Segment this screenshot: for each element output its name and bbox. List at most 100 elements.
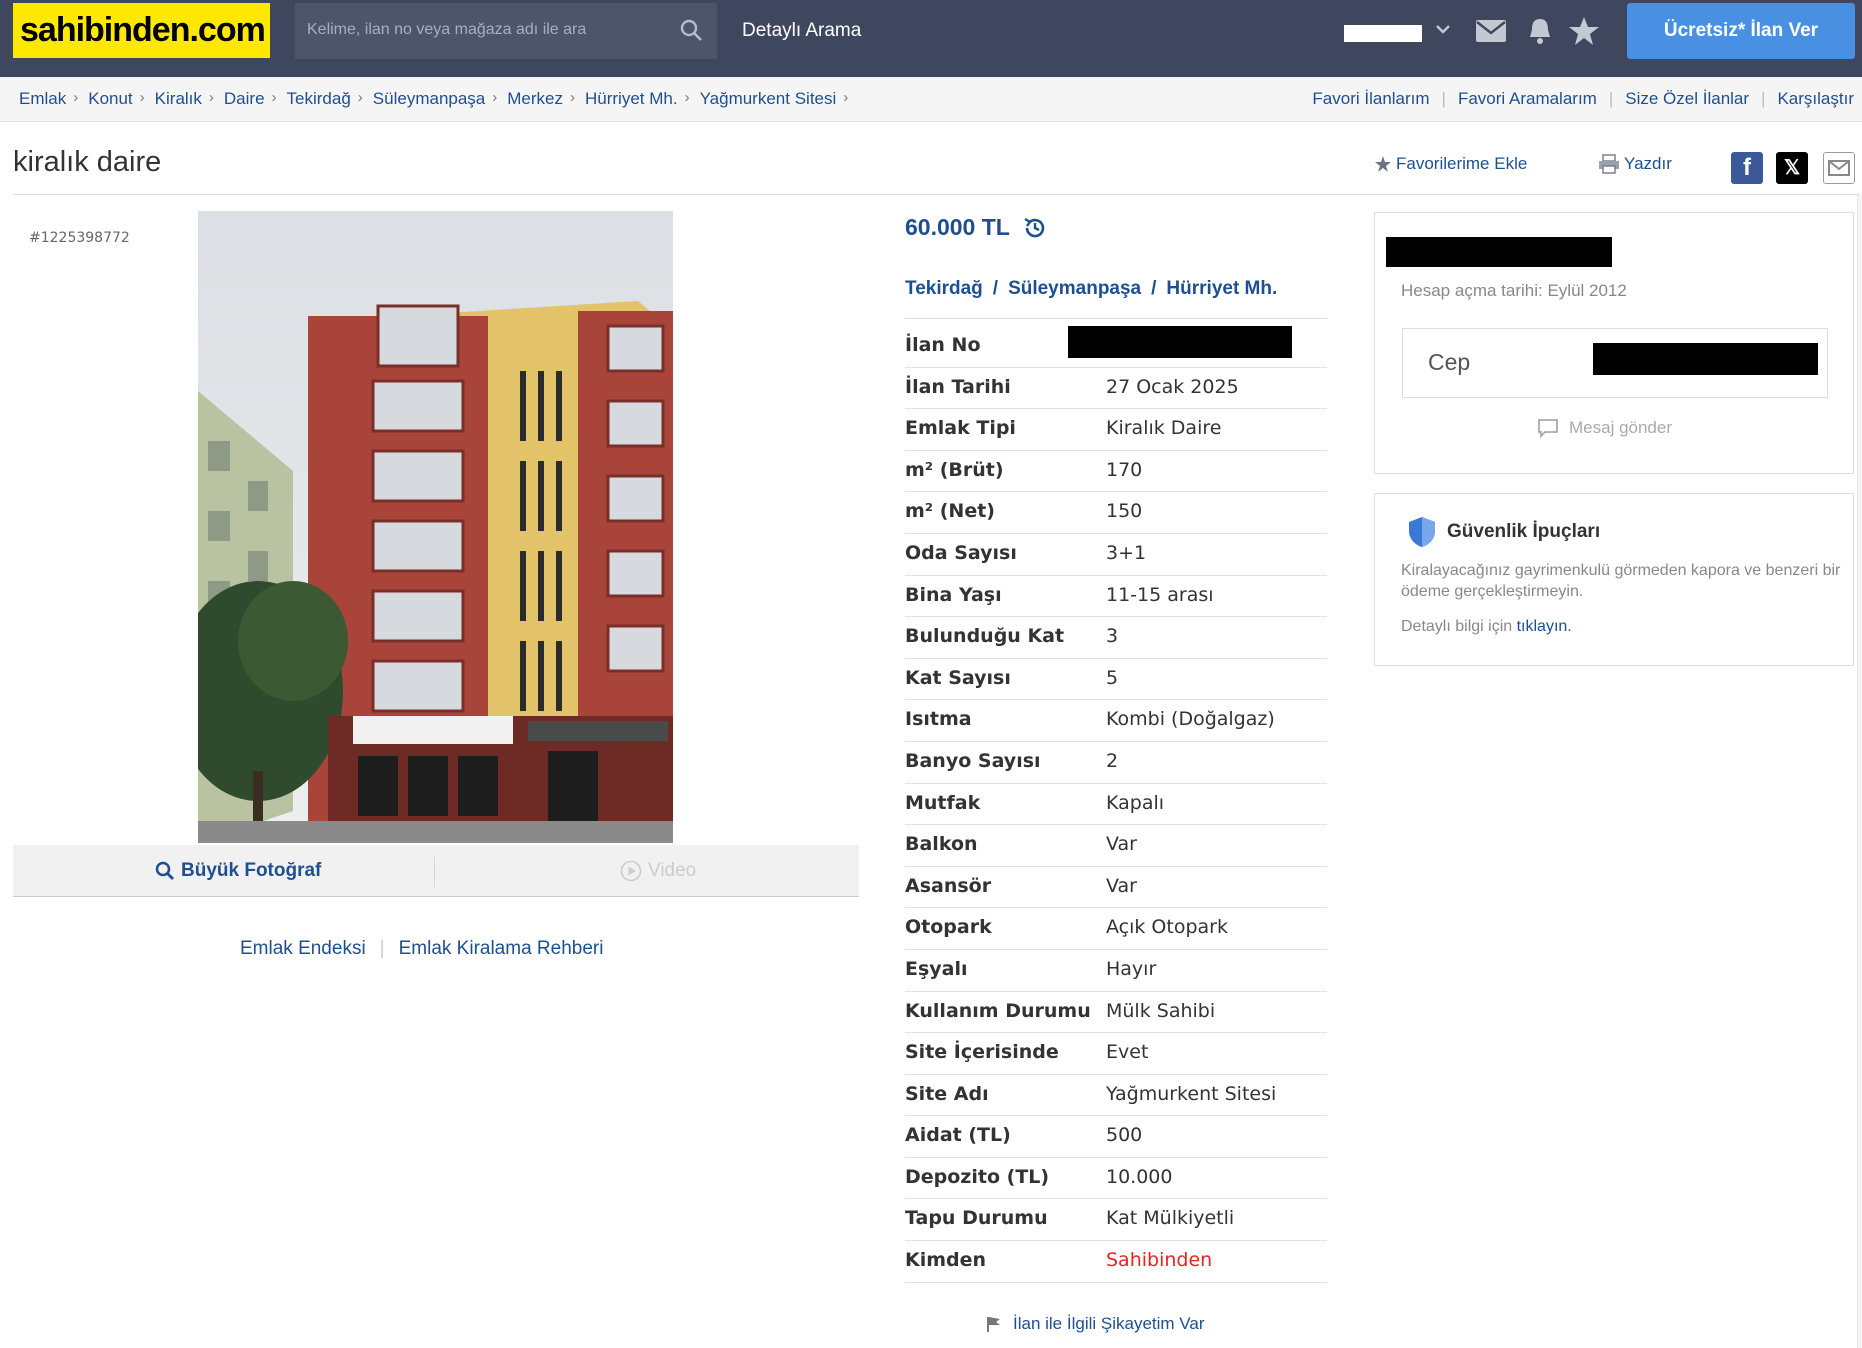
breadcrumb-item[interactable]: Daire	[224, 89, 265, 109]
send-message-button[interactable]: Mesaj gönder	[1537, 418, 1672, 438]
detail-row: m² (Net) 150	[905, 492, 1327, 534]
detail-label: İlan Tarihi	[905, 375, 1011, 398]
detail-row: Depozito (TL) 10.000	[905, 1158, 1327, 1200]
x-twitter-icon[interactable]: 𝕏	[1776, 152, 1808, 184]
location-separator: /	[992, 278, 999, 299]
chevron-right-icon: ›	[271, 89, 277, 106]
detail-label: Isıtma	[905, 708, 972, 731]
detail-label: Tapu Durumu	[905, 1207, 1048, 1230]
compare-link[interactable]: Karşılaştır	[1777, 89, 1854, 109]
right-scroll-edge	[1857, 195, 1862, 1348]
divider: |	[1608, 89, 1614, 108]
breadcrumb-item[interactable]: Süleymanpaşa	[373, 89, 485, 109]
rental-guide-link[interactable]: Emlak Kiralama Rehberi	[399, 938, 604, 960]
detail-row: Oda Sayısı 3+1	[905, 534, 1327, 576]
location-separator: /	[1151, 278, 1157, 299]
detail-value: 2	[1106, 749, 1119, 772]
mail-icon[interactable]	[1474, 16, 1508, 46]
detail-row: Tapu Durumu Kat Mülkiyetli	[905, 1199, 1327, 1242]
detail-row: Aidat (TL) 500	[905, 1116, 1327, 1158]
divider: |	[1441, 89, 1446, 108]
favorite-listings-link[interactable]: Favori İlanlarım	[1312, 89, 1429, 109]
seller-card: Hesap açma tarihi: Eylül 2012 Cep Mesaj …	[1374, 212, 1854, 474]
breadcrumb-item[interactable]: Konut	[88, 89, 132, 109]
breadcrumb-item[interactable]: Emlak	[19, 89, 66, 109]
chevron-right-icon: ›	[208, 89, 214, 106]
detail-row: Site İçerisinde Evet	[905, 1033, 1327, 1075]
chevron-right-icon: ›	[570, 89, 575, 106]
email-share-icon[interactable]	[1823, 152, 1855, 184]
detail-label: Balkon	[905, 833, 978, 856]
detail-row: m² (Brüt) 170	[905, 451, 1327, 493]
special-listings-link[interactable]: Size Özel İlanlar	[1625, 89, 1749, 109]
search-icon[interactable]	[679, 18, 703, 42]
large-photo-button[interactable]: Büyük Fotoğraf	[155, 860, 321, 882]
detail-value: Hayır	[1106, 957, 1157, 980]
location-district[interactable]: Süleymanpaşa	[1008, 278, 1141, 299]
phone-label: Cep	[1428, 349, 1471, 375]
play-icon	[620, 860, 642, 882]
listing-photo[interactable]	[198, 211, 673, 843]
report-listing-label: İlan ile İlgili Şikayetim Var	[1013, 1314, 1205, 1333]
detail-value: Var	[1106, 874, 1137, 897]
bell-icon[interactable]	[1523, 16, 1557, 46]
breadcrumb: Emlak › Konut › Kiralık › Daire › Tekirdağ › …	[19, 89, 858, 109]
video-button[interactable]: Video	[620, 860, 696, 882]
chevron-right-icon: ›	[139, 89, 145, 106]
video-label: Video	[648, 860, 697, 881]
detail-row: İlan No	[905, 326, 1327, 368]
detail-label: Oda Sayısı	[905, 541, 1017, 564]
add-favorite-label: Favorilerime Ekle	[1396, 154, 1528, 173]
breadcrumb-item[interactable]: Merkez	[507, 89, 563, 109]
detail-label: Site İçerisinde	[905, 1041, 1059, 1064]
top-header: sahibinden.com Kelime, ilan no veya mağa…	[0, 0, 1862, 77]
breadcrumb-item[interactable]: Hürriyet Mh.	[585, 89, 678, 109]
detail-label: Kimden	[905, 1249, 987, 1272]
location-city[interactable]: Tekirdağ	[905, 278, 983, 299]
detail-row: Bina Yaşı 11-15 arası	[905, 576, 1327, 618]
detail-value: Mülk Sahibi	[1106, 999, 1216, 1022]
search-placeholder[interactable]: Kelime, ilan no veya mağaza adı ile ara	[307, 21, 586, 39]
print-button[interactable]: Yazdır	[1598, 154, 1672, 174]
location-divider	[905, 318, 1327, 319]
chevron-right-icon: ›	[684, 89, 690, 106]
favorite-searches-link[interactable]: Favori Aramalarım	[1458, 89, 1597, 109]
detail-value: Kombi (Doğalgaz)	[1106, 708, 1275, 731]
real-estate-index-link[interactable]: Emlak Endeksi	[240, 938, 366, 960]
facebook-icon[interactable]: f	[1731, 152, 1763, 184]
post-ad-button[interactable]: Ücretsiz* İlan Ver	[1627, 3, 1855, 59]
detail-value: 170	[1106, 458, 1143, 481]
chevron-down-icon[interactable]	[1434, 20, 1452, 38]
breadcrumb-item[interactable]: Kiralık	[155, 89, 202, 109]
detail-row: Banyo Sayısı 2	[905, 742, 1327, 784]
listing-location: Tekirdağ / Süleymanpaşa / Hürriyet Mh.	[905, 278, 1277, 300]
phone-number-redacted	[1593, 343, 1818, 375]
detailed-search-link[interactable]: Detaylı Arama	[742, 20, 861, 42]
add-favorite-button[interactable]: Favorilerime Ekle	[1374, 154, 1527, 174]
detail-label: Kullanım Durumu	[905, 999, 1091, 1022]
search-box[interactable]: Kelime, ilan no veya mağaza adı ile ara	[295, 3, 717, 59]
location-neighborhood[interactable]: Hürriyet Mh.	[1166, 278, 1277, 299]
detail-row: Balkon Var	[905, 825, 1327, 867]
breadcrumb-item[interactable]: Tekirdağ	[287, 89, 351, 109]
detail-value: Yağmurkent Sitesi	[1106, 1082, 1277, 1105]
security-tips-text: Kiralayacağınız gayrimenkulü görmeden ka…	[1401, 562, 1841, 600]
star-icon[interactable]	[1567, 16, 1601, 46]
chevron-right-icon: ›	[73, 89, 79, 106]
detail-label: Site Adı	[905, 1082, 989, 1105]
divider: |	[379, 938, 385, 959]
breadcrumb-item[interactable]: Yağmurkent Sitesi	[700, 89, 837, 109]
security-tips-title: Güvenlik İpuçları	[1447, 521, 1601, 542]
chevron-right-icon: ›	[357, 89, 363, 106]
print-label: Yazdır	[1624, 154, 1672, 173]
account-since: Hesap açma tarihi: Eylül 2012	[1401, 281, 1627, 300]
report-listing-link[interactable]: İlan ile İlgili Şikayetim Var	[985, 1314, 1204, 1334]
user-menu[interactable]	[1344, 25, 1422, 42]
detail-row: Emlak Tipi Kiralık Daire	[905, 409, 1327, 451]
detail-row: Kimden Sahibinden	[905, 1241, 1327, 1283]
site-logo[interactable]: sahibinden.com	[13, 3, 270, 58]
magnifier-icon	[155, 861, 174, 880]
price-history-icon[interactable]	[1022, 215, 1048, 241]
detail-label: Bina Yaşı	[905, 583, 1002, 606]
security-tips-more-link[interactable]: tıklayın.	[1517, 618, 1572, 635]
